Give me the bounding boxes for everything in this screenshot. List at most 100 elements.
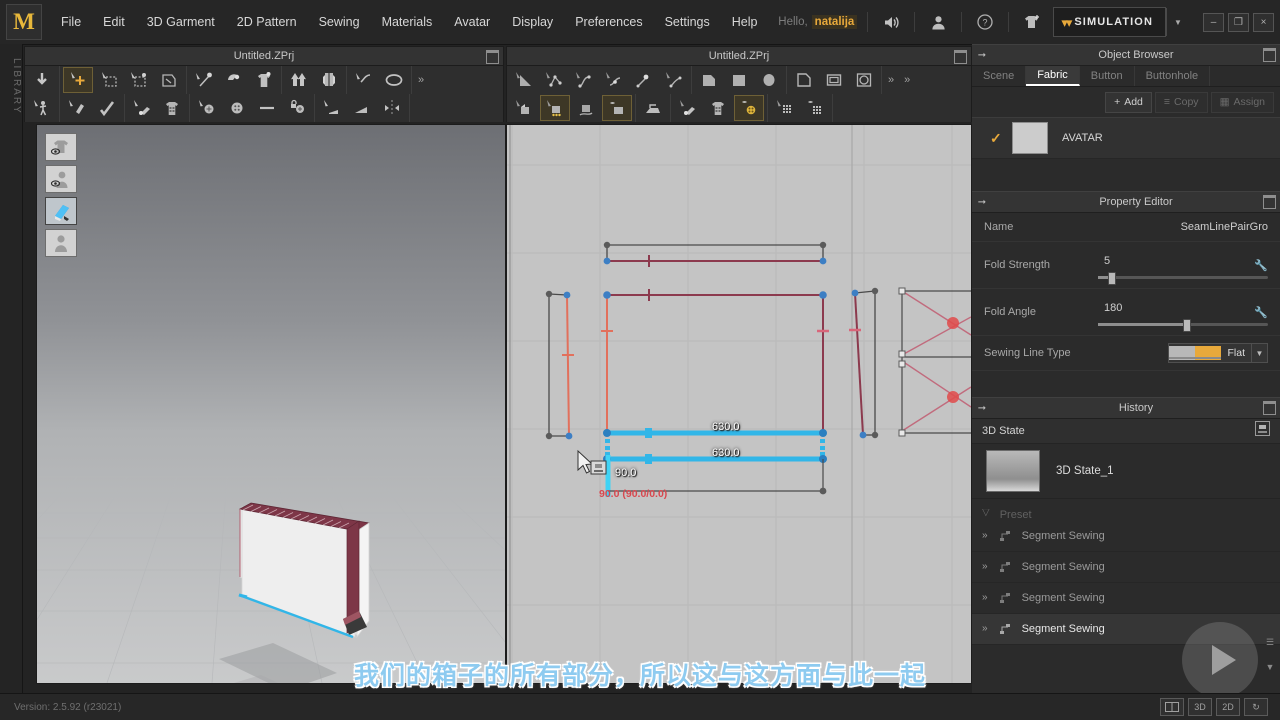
float-panel-icon[interactable] bbox=[1263, 48, 1276, 62]
fold-angle-preset-icon[interactable]: 🔧 bbox=[1254, 306, 1268, 319]
add-button[interactable]: + Add bbox=[1105, 91, 1152, 113]
toolbar-overflow-icon[interactable]: » bbox=[412, 74, 428, 86]
tool-button-sewing-icon[interactable] bbox=[734, 95, 764, 121]
float-panel-icon[interactable] bbox=[486, 50, 499, 64]
checkmark-icon[interactable]: ✓ bbox=[990, 130, 1012, 147]
tool-internal-rect-icon[interactable] bbox=[820, 68, 848, 92]
menu-materials[interactable]: Materials bbox=[371, 11, 444, 33]
tab-fabric[interactable]: Fabric bbox=[1026, 66, 1080, 86]
view-3d-button[interactable]: 3D bbox=[1188, 698, 1212, 716]
property-value-fold-strength[interactable]: 5 bbox=[1104, 255, 1110, 267]
fold-angle-slider[interactable] bbox=[1098, 319, 1268, 332]
history-item-segment-sewing-2[interactable]: » Segment Sewing bbox=[972, 552, 1280, 583]
tool-unfold-icon[interactable] bbox=[315, 68, 343, 92]
tool-measure-curve-icon[interactable] bbox=[350, 68, 378, 92]
show-texture-toggle-button[interactable] bbox=[45, 197, 77, 225]
tool-select-mesh-icon[interactable] bbox=[28, 68, 56, 92]
property-value-name[interactable]: SeamLinePairGro bbox=[1181, 221, 1268, 233]
tool-fold-arrange-icon[interactable] bbox=[285, 68, 313, 92]
toolbar-overflow-icon[interactable]: » bbox=[898, 74, 914, 86]
menu-display[interactable]: Display bbox=[501, 11, 564, 33]
split-view-button[interactable] bbox=[1160, 698, 1184, 716]
tool-transform-icon[interactable] bbox=[63, 67, 93, 93]
history-item-preset[interactable]: ▽ Preset bbox=[972, 509, 1280, 521]
chevron-double-down-icon[interactable]: » bbox=[982, 624, 988, 634]
tool-box-select-icon[interactable] bbox=[95, 68, 123, 92]
property-value-fold-angle[interactable]: 180 bbox=[1104, 302, 1122, 314]
fold-strength-slider[interactable] bbox=[1098, 272, 1268, 285]
tool-tack-icon[interactable] bbox=[220, 68, 248, 92]
chevron-double-down-icon[interactable]: » bbox=[982, 531, 988, 541]
tool-lock-button-icon[interactable] bbox=[283, 96, 311, 120]
menu-file[interactable]: File bbox=[50, 11, 92, 33]
scroll-thumb-icon[interactable]: ☰ bbox=[1264, 637, 1276, 648]
library-tab[interactable]: LIBRARY bbox=[0, 44, 23, 720]
collapse-arrow-icon[interactable]: ➞ bbox=[972, 197, 992, 208]
tool-edit-sewing-icon[interactable] bbox=[510, 96, 538, 120]
tool-symmetry-icon[interactable] bbox=[378, 96, 406, 120]
video-play-overlay-button[interactable] bbox=[1182, 622, 1258, 698]
tool-edit-curvature-icon[interactable] bbox=[570, 68, 598, 92]
tool-rectangle-icon[interactable] bbox=[725, 68, 753, 92]
menu-3d-garment[interactable]: 3D Garment bbox=[136, 11, 226, 33]
tool-edit-curve-point-icon[interactable] bbox=[540, 68, 568, 92]
tool-polygon-icon[interactable] bbox=[695, 68, 723, 92]
tool-fold-line-icon[interactable] bbox=[660, 68, 688, 92]
viewport-2d[interactable]: 630.0 630.0 90.0 90.0 (90.0/0.0) bbox=[506, 124, 972, 684]
menu-help[interactable]: Help bbox=[721, 11, 769, 33]
save-state-icon[interactable] bbox=[1255, 421, 1270, 441]
window-minimize-button[interactable]: – bbox=[1203, 12, 1224, 32]
tool-segment-icon[interactable] bbox=[630, 68, 658, 92]
chevron-double-down-icon[interactable]: » bbox=[982, 562, 988, 572]
history-item-segment-sewing-1[interactable]: » Segment Sewing bbox=[972, 521, 1280, 552]
float-panel-icon[interactable] bbox=[954, 50, 967, 64]
tool-pattern-grid-icon[interactable] bbox=[704, 96, 732, 120]
tool-mesh-edit-icon[interactable] bbox=[771, 96, 799, 120]
tool-select-pin-icon[interactable] bbox=[125, 68, 153, 92]
sound-icon[interactable] bbox=[878, 9, 904, 35]
sewing-line-type-combo[interactable]: Flat ▼ bbox=[1168, 343, 1268, 363]
tool-print-layout-icon[interactable] bbox=[158, 96, 186, 120]
menu-2d-pattern[interactable]: 2D Pattern bbox=[226, 11, 308, 33]
tool-button-icon[interactable] bbox=[223, 96, 251, 120]
chevron-down-icon[interactable]: ▼ bbox=[1251, 344, 1267, 362]
tool-plane-icon[interactable] bbox=[348, 96, 376, 120]
history-scrollbar[interactable]: ☰ ▼ bbox=[1264, 637, 1276, 672]
assign-button[interactable]: ▦ Assign bbox=[1210, 91, 1274, 113]
tool-internal-polygon-icon[interactable] bbox=[790, 68, 818, 92]
tool-garment-pin-icon[interactable] bbox=[250, 68, 278, 92]
menu-edit[interactable]: Edit bbox=[92, 11, 136, 33]
tool-fabric-brush-icon[interactable] bbox=[63, 96, 91, 120]
collapse-arrow-icon[interactable]: ➞ bbox=[972, 50, 992, 61]
tool-check-sewing-icon[interactable] bbox=[602, 95, 632, 121]
tab-scene[interactable]: Scene bbox=[972, 66, 1027, 86]
menu-sewing[interactable]: Sewing bbox=[308, 11, 371, 33]
tool-pin-icon[interactable] bbox=[190, 68, 218, 92]
view-2d-button[interactable]: 2D bbox=[1216, 698, 1240, 716]
history-state-item[interactable]: 3D State_1 bbox=[972, 444, 1280, 499]
float-panel-icon[interactable] bbox=[1263, 195, 1276, 209]
menu-preferences[interactable]: Preferences bbox=[564, 11, 653, 33]
tool-avatar-pose-icon[interactable] bbox=[28, 96, 56, 120]
tool-internal-circle-icon[interactable] bbox=[850, 68, 878, 92]
tool-segment-sewing-icon[interactable] bbox=[540, 95, 570, 121]
window-close-button[interactable]: × bbox=[1253, 12, 1274, 32]
tool-add-point-icon[interactable] bbox=[600, 68, 628, 92]
simulation-dropdown-icon[interactable]: ▼ bbox=[1166, 8, 1189, 36]
history-item-segment-sewing-3[interactable]: » Segment Sewing bbox=[972, 583, 1280, 614]
scroll-down-icon[interactable]: ▼ bbox=[1264, 662, 1276, 672]
tool-checkmark-fabric-icon[interactable] bbox=[93, 96, 121, 120]
copy-button[interactable]: ≡ Copy bbox=[1154, 91, 1208, 113]
user-account-icon[interactable] bbox=[925, 9, 951, 35]
object-row-avatar[interactable]: ✓ AVATAR bbox=[972, 117, 1280, 159]
toolbar-overflow-inner-icon[interactable]: » bbox=[882, 74, 898, 86]
menu-settings[interactable]: Settings bbox=[654, 11, 721, 33]
tool-fold-plane-icon[interactable] bbox=[318, 96, 346, 120]
tool-free-sewing-icon[interactable] bbox=[572, 96, 600, 120]
simulation-button[interactable]: ▾▾ SIMULATION bbox=[1053, 7, 1166, 37]
tool-buttonhole-icon[interactable] bbox=[253, 96, 281, 120]
tool-edit-pattern-icon[interactable] bbox=[510, 68, 538, 92]
avatar-pose-toggle-button[interactable] bbox=[45, 229, 77, 257]
tab-buttonhole[interactable]: Buttonhole bbox=[1135, 66, 1211, 86]
tool-circumference-icon[interactable] bbox=[380, 68, 408, 92]
